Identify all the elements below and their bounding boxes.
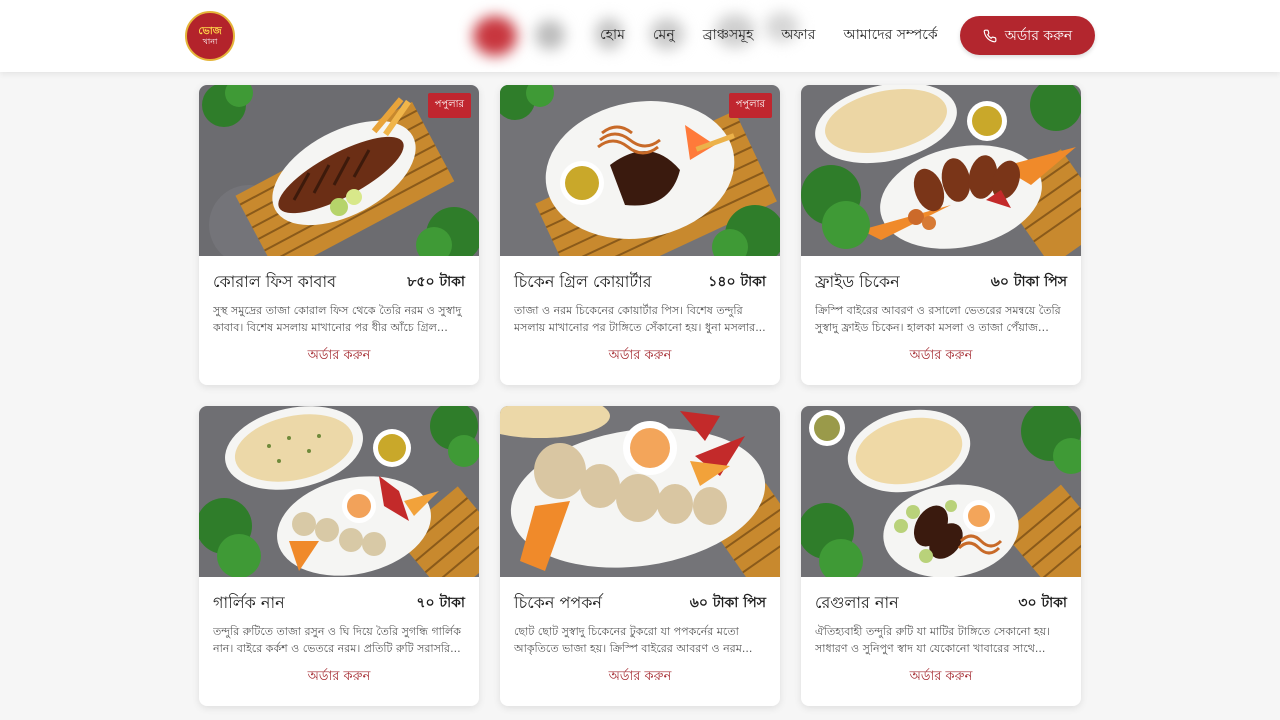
item-description: তন্দুরি রুটিতে তাজা রসুন ও ঘি দিয়ে তৈরি…: [213, 625, 461, 655]
item-name: রেগুলার নান: [815, 592, 899, 612]
phone-icon: [983, 29, 997, 42]
menu-card: রেগুলার নান ৩০ টাকা ঐতিহ্যবাহী তন্দুরি র…: [801, 406, 1081, 706]
item-price: ১৪০ টাকা: [708, 274, 766, 290]
item-name: গার্লিক নান: [213, 592, 285, 612]
menu-grid: পপুলার কোরাল ফিস কাবাব ৮৫০ টাকা সুস্থ সম…: [199, 85, 1081, 706]
item-price: ৭০ টাকা: [416, 595, 465, 611]
food-image-chicken-grill: পপুলার: [500, 85, 780, 256]
item-description: তাজা ও নরম চিকেনের কোয়ার্টার পিস। বিশেষ…: [514, 304, 766, 334]
brand-logo[interactable]: ভোজ খানা: [185, 11, 235, 61]
item-price: ৩০ টাকা: [1018, 595, 1067, 611]
item-price: ৬০ টাকা পিস: [990, 274, 1067, 290]
main-nav: হোম মেনু ব্রাঞ্চসমূহ অফার আমাদের সম্পর্ক…: [600, 22, 938, 48]
menu-card: পপুলার চিকেন গ্রিল কোয়ার্টার ১৪০ টাকা ত…: [500, 85, 780, 385]
menu-card: চিকেন পপকর্ন ৬০ টাকা পিস ছোট ছোট সুস্বাদ…: [500, 406, 780, 706]
menu-card: ফ্রাইড চিকেন ৬০ টাকা পিস ক্রিস্পি বাইরের…: [801, 85, 1081, 385]
nav-about[interactable]: আমাদের সম্পর্কে: [843, 23, 937, 47]
food-image-coral-fish: পপুলার: [199, 85, 479, 256]
food-image-regular-naan: [801, 406, 1081, 577]
menu-card: পপুলার কোরাল ফিস কাবাব ৮৫০ টাকা সুস্থ সম…: [199, 85, 479, 385]
food-image-chicken-popcorn: [500, 406, 780, 577]
order-button[interactable]: অর্ডার করুন: [960, 16, 1095, 55]
food-image-garlic-naan: [199, 406, 479, 577]
logo-line-1: ভোজ: [198, 26, 222, 37]
nav-menu[interactable]: মেনু: [653, 23, 675, 47]
item-name: কোরাল ফিস কাবাব: [213, 271, 336, 291]
logo-line-2: খানা: [202, 37, 218, 46]
nav-offers[interactable]: অফার: [781, 23, 815, 47]
item-description: ক্রিস্পি বাইরের আবরণ ও রসালো ভেতরের সমন্…: [815, 304, 1061, 334]
nav-home[interactable]: হোম: [600, 23, 625, 47]
site-header: ভোজ খানা হোম মেনু ব্রাঞ্চসমূহ অফার আমাদে…: [0, 0, 1280, 72]
item-price: ৮৫০ টাকা: [407, 274, 465, 290]
order-link[interactable]: অর্ডার করুন: [213, 667, 465, 688]
popular-badge: পপুলার: [728, 93, 772, 118]
nav-branches[interactable]: ব্রাঞ্চসমূহ: [703, 23, 754, 47]
order-link[interactable]: অর্ডার করুন: [514, 667, 766, 688]
item-name: চিকেন গ্রিল কোয়ার্টার: [514, 271, 652, 291]
order-link[interactable]: অর্ডার করুন: [514, 346, 766, 367]
order-button-label: অর্ডার করুন: [1004, 27, 1073, 44]
item-price: ৬০ টাকা পিস: [689, 595, 766, 611]
popular-badge: পপুলার: [427, 93, 471, 118]
order-link[interactable]: অর্ডার করুন: [815, 667, 1067, 688]
item-description: ছোট ছোট সুস্বাদু চিকেনের টুকরো যা পপকর্ন…: [514, 625, 753, 655]
item-description: ঐতিহ্যবাহী তন্দুরি রুটি যা মাটির টাঙ্গিত…: [815, 625, 1051, 655]
item-description: সুস্থ সমুদ্রের তাজা কোরাল ফিস থেকে তৈরি …: [213, 304, 462, 334]
menu-card: গার্লিক নান ৭০ টাকা তন্দুরি রুটিতে তাজা …: [199, 406, 479, 706]
food-image-fried-chicken: [801, 85, 1081, 256]
order-link[interactable]: অর্ডার করুন: [213, 346, 465, 367]
item-name: চিকেন পপকর্ন: [514, 592, 602, 612]
order-link[interactable]: অর্ডার করুন: [815, 346, 1067, 367]
item-name: ফ্রাইড চিকেন: [815, 271, 900, 291]
